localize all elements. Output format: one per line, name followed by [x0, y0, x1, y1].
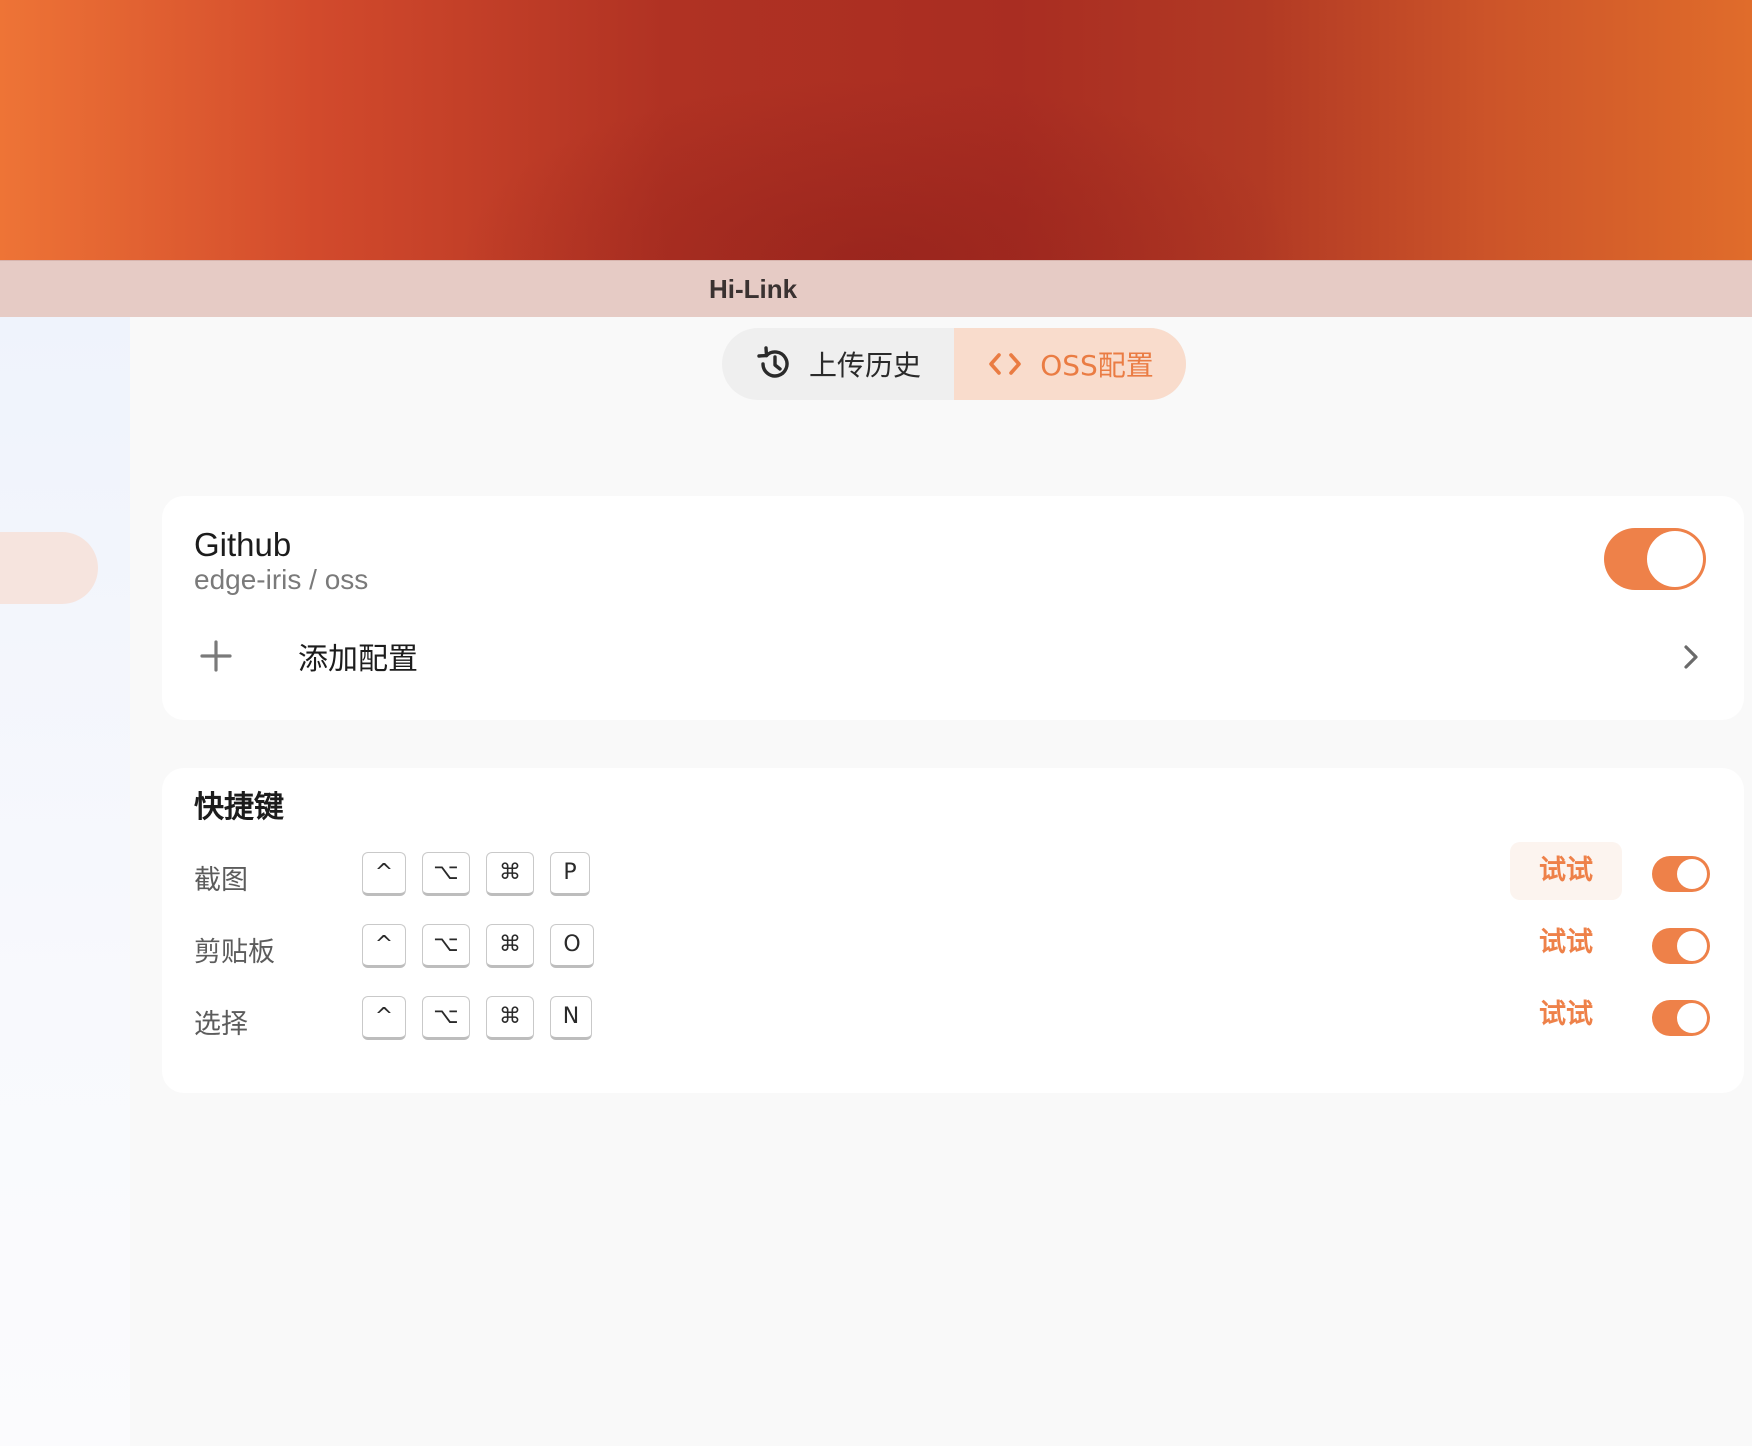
shortcut-row-screenshot: 截图 ^ ⌥ ⌘ P 试试	[162, 842, 1744, 902]
sidebar-active-item[interactable]	[0, 532, 98, 604]
desktop-wallpaper	[0, 0, 1752, 260]
key-control: ^	[362, 996, 406, 1040]
key-control: ^	[362, 924, 406, 968]
shortcut-toggle[interactable]	[1652, 928, 1710, 964]
app-window: Hi-Link 上传历史 OSS配置 Github edge-iris / os…	[0, 260, 1752, 1446]
key-command: ⌘	[486, 852, 534, 896]
tab-oss-config-label: OSS配置	[1040, 349, 1154, 382]
shortcut-label: 截图	[194, 865, 248, 896]
key-letter: O	[550, 924, 594, 968]
sidebar	[0, 317, 130, 1446]
shortcuts-title: 快捷键	[194, 790, 284, 825]
provider-name: Github	[194, 526, 292, 563]
key-letter: P	[550, 852, 590, 896]
key-control: ^	[362, 852, 406, 896]
provider-repo: edge-iris / oss	[194, 564, 369, 595]
key-command: ⌘	[486, 996, 534, 1040]
toggle-knob	[1677, 859, 1707, 889]
key-letter: N	[550, 996, 592, 1040]
add-config-label: 添加配置	[298, 642, 418, 677]
key-command: ⌘	[486, 924, 534, 968]
toggle-knob	[1647, 531, 1703, 587]
key-option: ⌥	[422, 924, 470, 968]
provider-enable-toggle[interactable]	[1604, 528, 1706, 590]
oss-config-card: Github edge-iris / oss 添加配置	[162, 496, 1744, 720]
history-icon	[755, 345, 793, 383]
tab-switcher: 上传历史 OSS配置	[722, 328, 1186, 400]
try-button[interactable]: 试试	[1510, 914, 1622, 972]
shortcut-label: 剪贴板	[194, 937, 275, 968]
chevron-right-icon	[1680, 642, 1702, 672]
key-option: ⌥	[422, 996, 470, 1040]
toggle-knob	[1677, 1003, 1707, 1033]
shortcut-row-select: 选择 ^ ⌥ ⌘ N 试试	[162, 994, 1744, 1046]
add-config-row[interactable]: 添加配置	[162, 614, 1744, 704]
toggle-knob	[1677, 931, 1707, 961]
code-icon	[986, 345, 1024, 383]
tab-upload-history-label: 上传历史	[808, 349, 921, 382]
shortcut-row-clipboard: 剪贴板 ^ ⌥ ⌘ O 试试	[162, 922, 1744, 974]
tab-oss-config[interactable]: OSS配置	[954, 328, 1186, 400]
shortcut-label: 选择	[194, 1009, 248, 1040]
window-title: Hi-Link	[708, 274, 798, 304]
key-option: ⌥	[422, 852, 470, 896]
try-button[interactable]: 试试	[1510, 986, 1622, 1044]
title-bar[interactable]: Hi-Link	[0, 260, 1752, 317]
shortcuts-card: 快捷键 截图 ^ ⌥ ⌘ P 试试 剪贴板 ^ ⌥ ⌘ O 试试 选择 ^ ⌥ …	[162, 768, 1744, 1093]
shortcut-toggle[interactable]	[1652, 856, 1710, 892]
tab-upload-history[interactable]: 上传历史	[722, 328, 954, 400]
try-button[interactable]: 试试	[1510, 842, 1622, 900]
plus-icon	[200, 640, 232, 672]
shortcut-toggle[interactable]	[1652, 1000, 1710, 1036]
